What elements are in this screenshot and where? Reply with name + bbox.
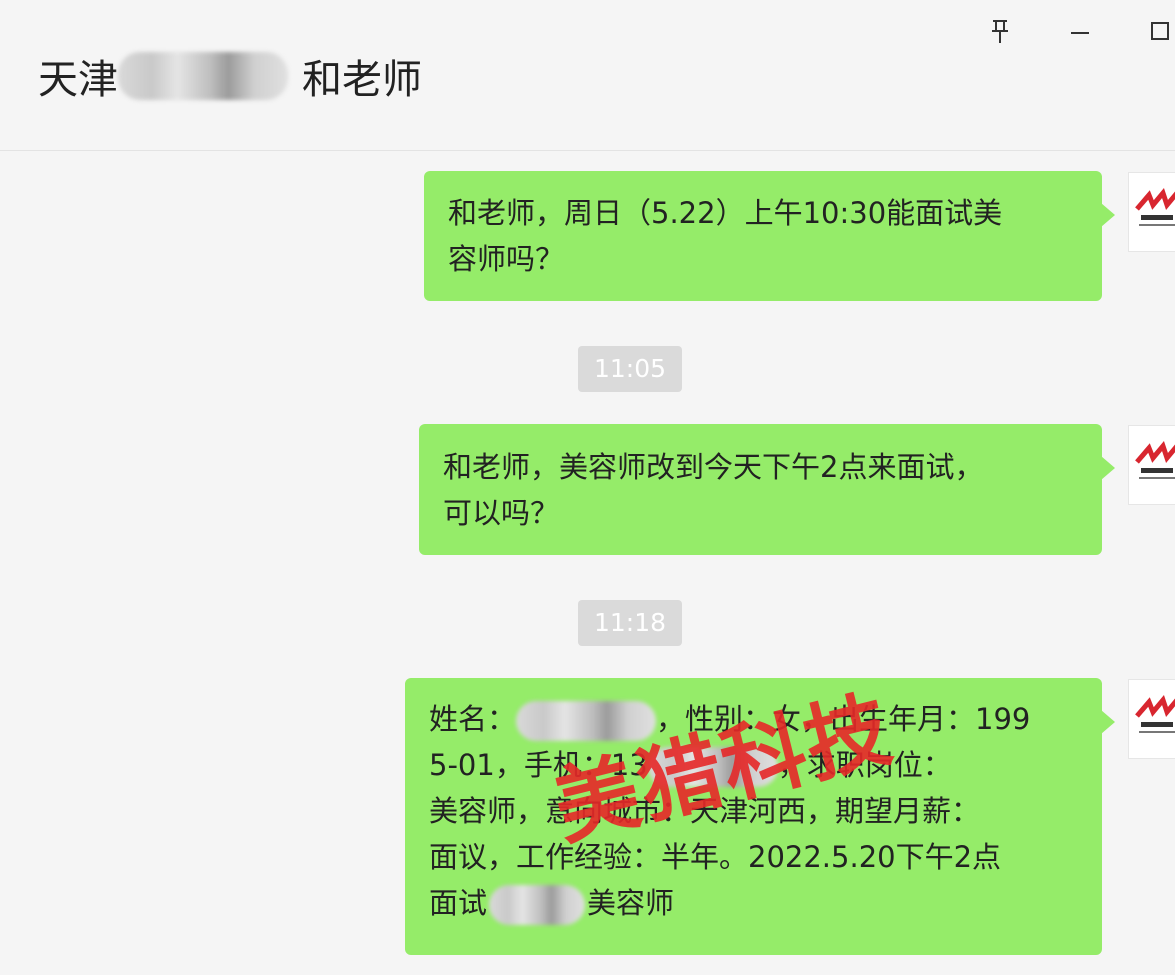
redacted-name-blur [118, 52, 288, 100]
message-line: 美容师，意向城市：天津河西，期望月薪： [429, 794, 981, 828]
message-text: 姓名： [429, 702, 517, 736]
message-line: 姓名： ，性别：女，出生年月：199 [429, 696, 1082, 742]
message-text: ，求职岗位： [777, 748, 952, 782]
message-text: 5-01，手机：13 [429, 748, 648, 782]
chat-title-prefix: 天津 [38, 57, 118, 103]
company-logo-icon [1135, 440, 1175, 479]
message-bubble[interactable]: 和老师，周日（5.22）上午10:30能面试美 容师吗？ [424, 171, 1115, 301]
company-logo-icon [1135, 187, 1175, 226]
timestamp: 11:05 [578, 346, 682, 392]
maximize-button[interactable] [1142, 14, 1175, 50]
avatar[interactable] [1128, 425, 1175, 505]
message-line: 和老师，美容师改到今天下午2点来面试， [443, 450, 984, 484]
message-line: 容师吗？ [448, 242, 565, 276]
message-text: 面试 [429, 886, 488, 920]
message-bubble[interactable]: 姓名： ，性别：女，出生年月：199 5-01，手机：13 ，求职岗位： 美容师，意… [405, 678, 1115, 955]
message-line: 5-01，手机：13 ，求职岗位： [429, 742, 1082, 788]
message-text: ，性别：女，出生年月：199 [656, 702, 1031, 736]
message-bubble[interactable]: 和老师，美容师改到今天下午2点来面试， 可以吗？ [419, 424, 1115, 555]
avatar[interactable] [1128, 679, 1175, 759]
redacted-name-blur [516, 701, 657, 741]
minimize-button[interactable] [1062, 14, 1098, 50]
chat-window: 天津 和老师 和老师，周日（5.22）上午10:30能面试美 容师吗？ 11:0… [0, 0, 1175, 975]
redacted-phone-blur [647, 747, 778, 787]
redacted-store-blur [489, 885, 586, 925]
company-logo-icon [1135, 694, 1175, 733]
avatar[interactable] [1128, 172, 1175, 252]
message-line: 面议，工作经验：半年。2022.5.20下午2点 [429, 840, 1002, 874]
message-text: 美容师 [587, 886, 675, 920]
chat-title: 天津 和老师 [38, 48, 422, 104]
title-bar: 天津 和老师 [0, 0, 1175, 151]
timestamp: 11:18 [578, 600, 682, 646]
message-line: 面试 美容师 [429, 880, 1082, 926]
chat-title-suffix: 和老师 [302, 57, 422, 103]
minimize-icon [1071, 32, 1089, 34]
maximize-icon [1151, 22, 1169, 40]
message-line: 可以吗？ [443, 496, 560, 530]
pin-button[interactable] [982, 14, 1018, 50]
message-line: 和老师，周日（5.22）上午10:30能面试美 [448, 196, 1003, 230]
pin-icon [992, 20, 1008, 43]
